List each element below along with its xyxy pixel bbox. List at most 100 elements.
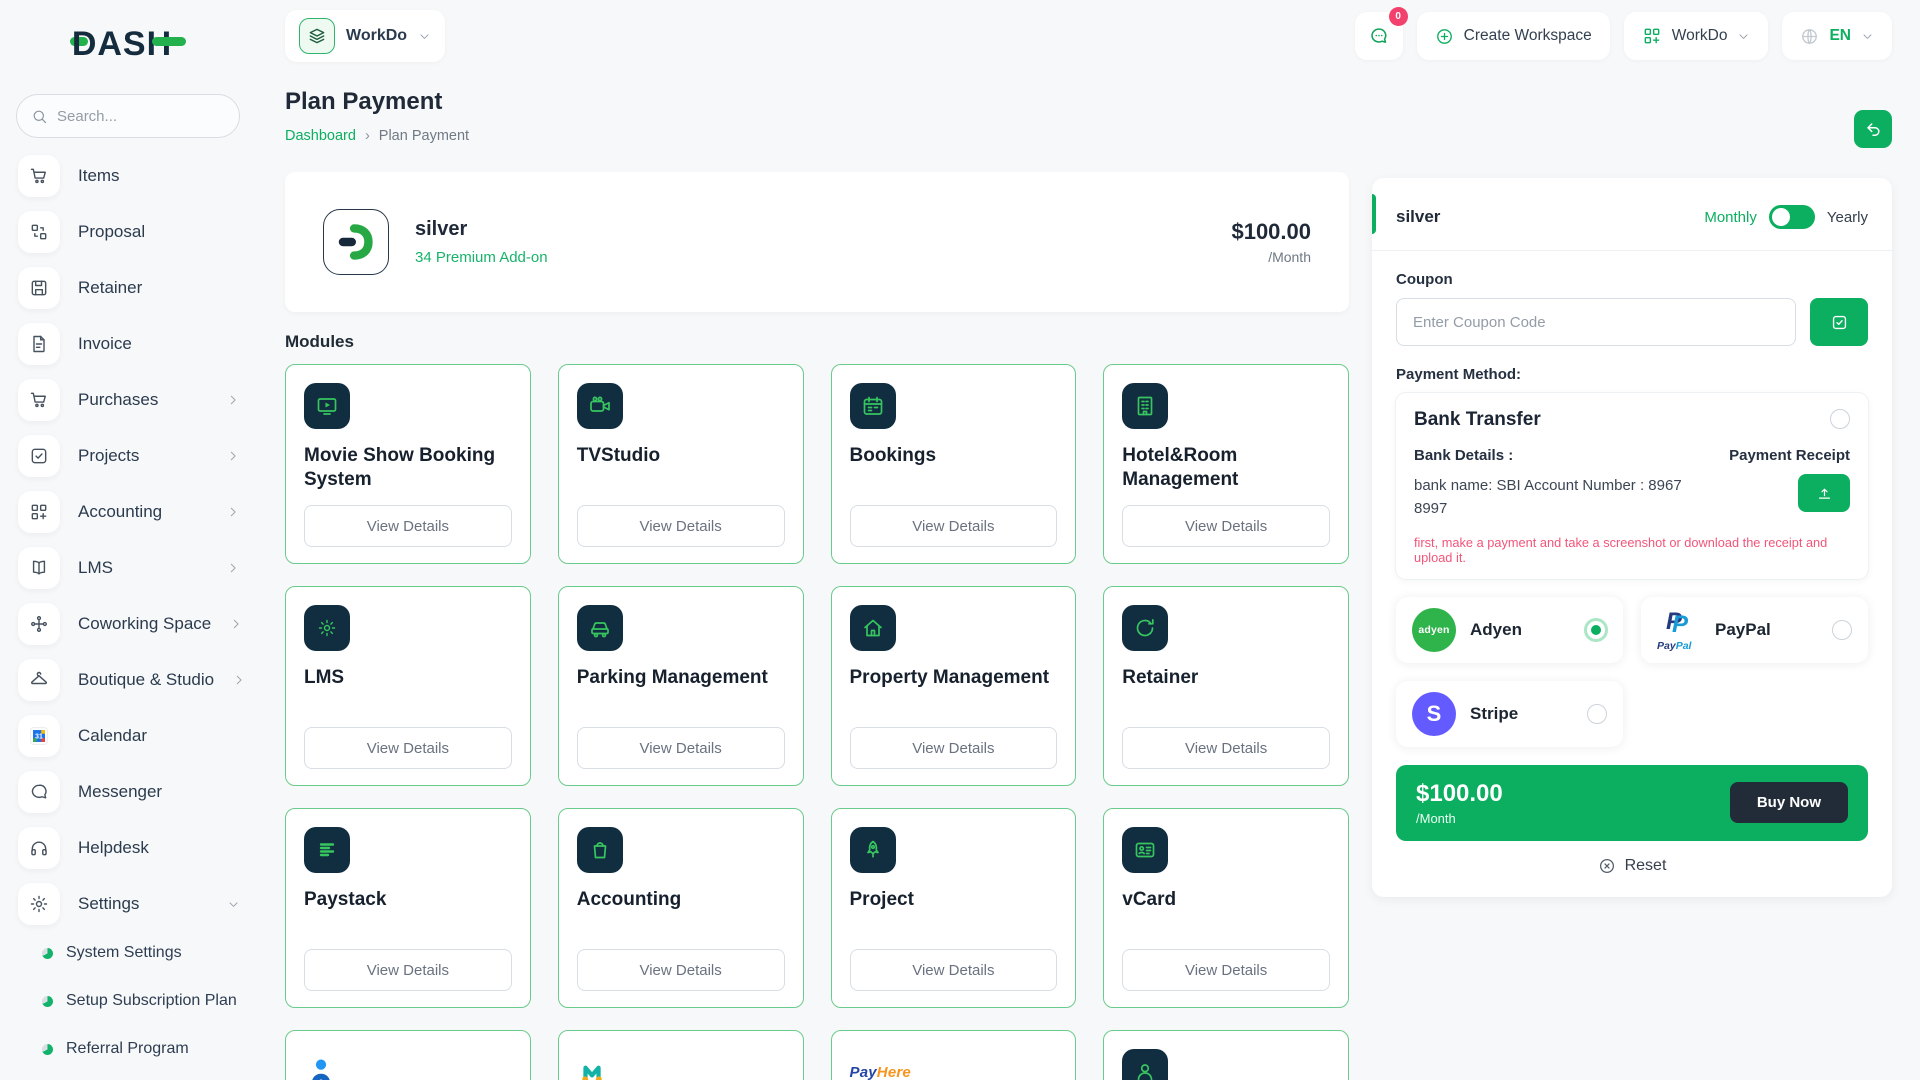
- view-details-button[interactable]: View Details: [577, 949, 785, 991]
- breadcrumb-separator: ›: [365, 128, 370, 144]
- upload-receipt-button[interactable]: [1798, 474, 1850, 512]
- module-card-retainer: Retainer View Details: [1103, 586, 1349, 786]
- sidebar-item-projects[interactable]: Projects: [0, 434, 256, 478]
- sidebar-item-items[interactable]: Items: [0, 154, 256, 198]
- sidebar-item-helpdesk[interactable]: Helpdesk: [0, 826, 256, 870]
- view-details-button[interactable]: View Details: [304, 727, 512, 769]
- view-details-button[interactable]: View Details: [304, 949, 512, 991]
- message-icon: [18, 771, 60, 813]
- building-icon: [1122, 383, 1168, 429]
- sidebar-search[interactable]: [16, 94, 240, 138]
- chevron-right-icon: [229, 617, 243, 631]
- app-logo: DASH: [0, 0, 256, 88]
- sidebar-subitem-system-settings[interactable]: System Settings: [0, 938, 256, 968]
- search-input[interactable]: [57, 108, 207, 125]
- sidebar-item-purchases[interactable]: Purchases: [0, 378, 256, 422]
- payment-option-paypal[interactable]: PPPayPal PayPal: [1641, 597, 1868, 663]
- stripe-logo-icon: S: [1412, 692, 1456, 736]
- buy-now-button[interactable]: Buy Now: [1730, 782, 1848, 823]
- sidebar-item-settings[interactable]: Settings: [0, 882, 256, 926]
- billing-cycle-toggle[interactable]: [1769, 205, 1815, 229]
- coupon-input[interactable]: [1396, 298, 1796, 346]
- view-details-button[interactable]: View Details: [1122, 949, 1330, 991]
- view-details-button[interactable]: View Details: [577, 727, 785, 769]
- chevron-down-icon: [227, 898, 240, 911]
- module-title: Project: [850, 888, 1058, 912]
- module-title: Paystack: [304, 888, 512, 912]
- checkout-panel: silver Monthly Yearly Coupon Payment Met…: [1372, 178, 1892, 897]
- user-blue-icon: [304, 1049, 512, 1080]
- search-icon: [31, 108, 48, 125]
- workdo-menu-label: WorkDo: [1672, 27, 1728, 45]
- module-title: LMS: [304, 666, 512, 690]
- bank-details-text: bank name: SBI Account Number : 8967 899…: [1414, 474, 1714, 521]
- sidebar-subitem-setup-subscription-plan[interactable]: Setup Subscription Plan: [0, 986, 256, 1016]
- bag-icon: [577, 827, 623, 873]
- chevron-down-icon: [1861, 30, 1874, 43]
- module-card-uddoktapay: UddoktaPay View Details: [285, 1030, 531, 1080]
- chat-button[interactable]: 0: [1355, 12, 1403, 60]
- view-details-button[interactable]: View Details: [850, 505, 1058, 547]
- view-details-button[interactable]: View Details: [850, 727, 1058, 769]
- module-title: TVStudio: [577, 444, 785, 468]
- payment-option-stripe[interactable]: S Stripe: [1396, 681, 1623, 747]
- sidebar-item-calendar[interactable]: 31 Calendar: [0, 714, 256, 758]
- back-button[interactable]: [1854, 110, 1892, 148]
- bullet-icon: [42, 996, 53, 1007]
- bullet-icon: [42, 948, 53, 959]
- module-card-hotel-room-management: Hotel&Room Management View Details: [1103, 364, 1349, 564]
- payment-option-adyen[interactable]: adyen Adyen: [1396, 597, 1623, 663]
- apply-coupon-button[interactable]: [1810, 298, 1868, 346]
- sidebar-menu: Items Proposal Retainer Invoice Purchase…: [0, 154, 256, 1080]
- adyen-logo-icon: adyen: [1412, 608, 1456, 652]
- sidebar-item-coworking-space[interactable]: Coworking Space: [0, 602, 256, 646]
- sidebar-item-boutique-studio[interactable]: Boutique & Studio: [0, 658, 256, 702]
- sidebar-item-proposal[interactable]: Proposal: [0, 210, 256, 254]
- module-title: vCard: [1122, 888, 1330, 912]
- page-title: Plan Payment: [285, 88, 1349, 116]
- sidebar-item-invoice[interactable]: Invoice: [0, 322, 256, 366]
- svg-text:31: 31: [35, 734, 43, 741]
- module-card-bookings: Bookings View Details: [831, 364, 1077, 564]
- chevron-down-icon: [418, 30, 431, 43]
- sidebar-item-messenger[interactable]: Messenger: [0, 770, 256, 814]
- monnify-icon: [577, 1049, 785, 1080]
- check-square-icon: [1830, 313, 1849, 332]
- module-card-lms: LMS View Details: [285, 586, 531, 786]
- breadcrumb-dashboard[interactable]: Dashboard: [285, 128, 356, 144]
- cart-icon: [18, 379, 60, 421]
- top-header: WorkDo 0 Create Workspace WorkDo EN: [256, 0, 1920, 72]
- upload-icon: [1816, 485, 1833, 502]
- grid-plus-icon: [18, 491, 60, 533]
- sidebar-item-accounting[interactable]: Accounting: [0, 490, 256, 534]
- module-title: Parking Management: [577, 666, 785, 690]
- sidebar-item-lms[interactable]: LMS: [0, 546, 256, 590]
- module-title: Bookings: [850, 444, 1058, 468]
- payment-option-radio[interactable]: [1591, 625, 1601, 635]
- chevron-right-icon: [226, 449, 240, 463]
- house-icon: [850, 605, 896, 651]
- workspace-chip[interactable]: WorkDo: [285, 10, 445, 62]
- view-details-button[interactable]: View Details: [1122, 727, 1330, 769]
- view-details-button[interactable]: View Details: [577, 505, 785, 547]
- language-code: EN: [1829, 27, 1851, 45]
- module-card-project: Project View Details: [831, 808, 1077, 1008]
- view-details-button[interactable]: View Details: [850, 949, 1058, 991]
- create-workspace-button[interactable]: Create Workspace: [1417, 12, 1610, 60]
- language-selector[interactable]: EN: [1782, 12, 1892, 60]
- sidebar-item-retainer[interactable]: Retainer: [0, 266, 256, 310]
- workspace-name: WorkDo: [346, 27, 407, 45]
- bank-transfer-radio[interactable]: [1830, 409, 1850, 429]
- payment-option-radio[interactable]: [1587, 704, 1607, 724]
- view-details-button[interactable]: View Details: [1122, 505, 1330, 547]
- module-card-property-management: Property Management View Details: [831, 586, 1077, 786]
- reset-button[interactable]: Reset: [1396, 857, 1868, 875]
- module-card-payhere: PayHere PayHere View Details: [831, 1030, 1077, 1080]
- view-details-button[interactable]: View Details: [304, 505, 512, 547]
- module-card-accounting: Accounting View Details: [558, 808, 804, 1008]
- gear-icon: [18, 883, 60, 925]
- workdo-menu-button[interactable]: WorkDo: [1624, 12, 1769, 60]
- sidebar-subitem-referral-program[interactable]: Referral Program: [0, 1034, 256, 1064]
- payment-option-radio[interactable]: [1832, 620, 1852, 640]
- chevron-right-icon: [232, 673, 246, 687]
